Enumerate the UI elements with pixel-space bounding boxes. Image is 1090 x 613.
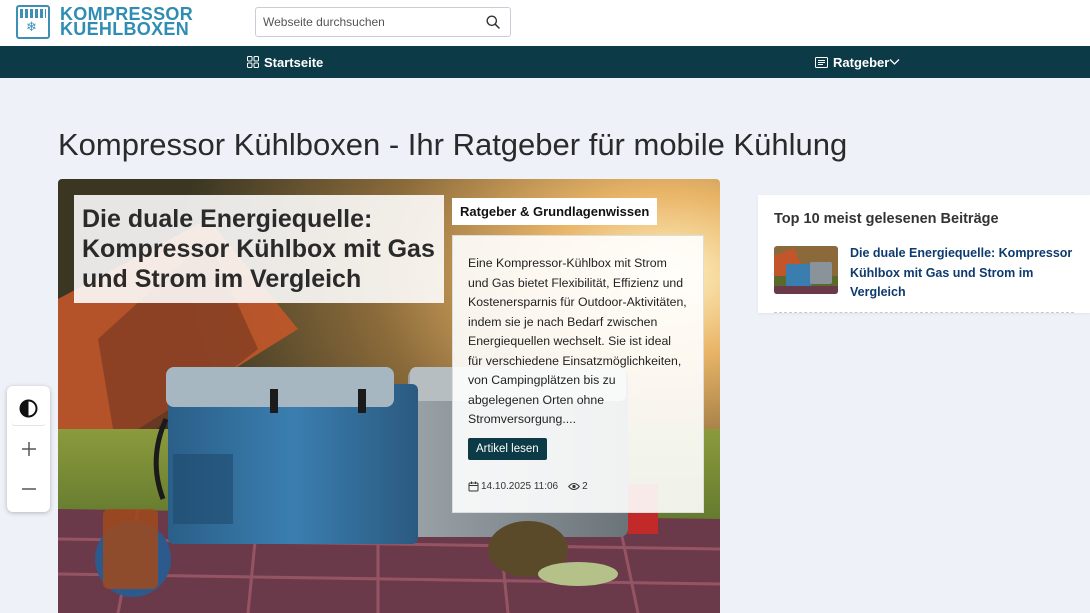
contrast-toggle-button[interactable] [11, 392, 46, 426]
article-excerpt: Eine Kompressor-Kühlbox mit Strom und Ga… [468, 256, 687, 426]
view-count: 2 [582, 481, 588, 492]
calendar-icon [468, 481, 479, 492]
top-article-title[interactable]: Die duale Energiequelle: Kompressor Kühl… [850, 244, 1074, 303]
page-title: Kompressor Kühlboxen - Ihr Ratgeber für … [58, 127, 848, 162]
logo-line-2: KUEHLBOXEN [60, 19, 190, 39]
logo-text: KOMPRESSOR KUEHLBOXEN [60, 5, 193, 39]
nav-item-ratgeber[interactable]: Ratgeber [815, 46, 905, 78]
hero-title[interactable]: Die duale Energiequelle: Kompressor Kühl… [82, 204, 436, 294]
nav-label-ratgeber: Ratgeber [833, 54, 890, 70]
read-article-button[interactable]: Artikel lesen [468, 437, 547, 460]
cooler-logo-icon: ❄ [16, 5, 50, 39]
article-thumbnail[interactable] [774, 246, 838, 294]
site-header: ❄ KOMPRESSOR KUEHLBOXEN [0, 0, 1090, 46]
divider [774, 312, 1074, 313]
top-articles-sidebar: Top 10 meist gelesenen Beiträge Die dual… [758, 195, 1090, 313]
accessibility-widget [7, 386, 50, 512]
main-navigation: Startseite Ratgeber [0, 46, 1090, 78]
grid-icon [247, 56, 259, 68]
article-icon [815, 56, 828, 68]
zoom-out-button[interactable] [11, 472, 46, 506]
eye-icon [568, 483, 581, 490]
search-icon[interactable] [486, 15, 500, 29]
excerpt-card: Eine Kompressor-Kühlbox mit Strom und Ga… [452, 235, 704, 513]
sidebar-title: Top 10 meist gelesenen Beiträge [774, 211, 999, 227]
top-article-item[interactable]: Die duale Energiequelle: Kompressor Kühl… [774, 246, 1074, 303]
search-input[interactable] [256, 8, 466, 36]
nav-item-startseite[interactable]: Startseite [247, 46, 323, 78]
chevron-down-icon [889, 59, 900, 65]
minus-icon [21, 488, 36, 490]
contrast-icon [19, 399, 38, 418]
hero-title-box: Die duale Energiequelle: Kompressor Kühl… [74, 195, 444, 303]
article-date: 14.10.2025 11:06 [481, 481, 559, 492]
search-box [255, 7, 511, 37]
zoom-in-button[interactable] [11, 432, 46, 466]
featured-article[interactable]: Die duale Energiequelle: Kompressor Kühl… [58, 179, 720, 613]
article-meta: 14.10.2025 11:06 2 [468, 481, 588, 492]
site-logo[interactable]: ❄ KOMPRESSOR KUEHLBOXEN [16, 5, 193, 39]
plus-icon [21, 442, 36, 456]
nav-label-startseite: Startseite [264, 54, 324, 70]
views-container: 2 [568, 481, 588, 492]
category-badge[interactable]: Ratgeber & Grundlagenwissen [452, 198, 658, 225]
